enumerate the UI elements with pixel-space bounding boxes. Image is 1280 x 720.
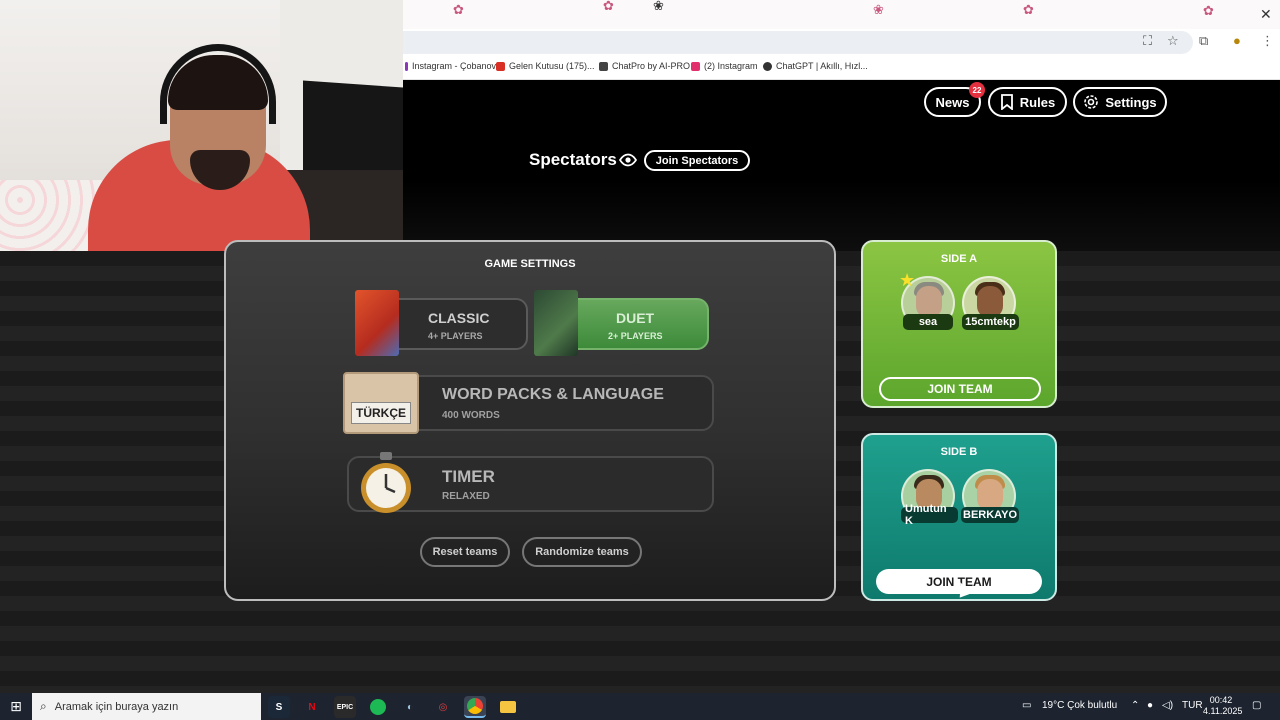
chat-icon bbox=[599, 61, 608, 71]
search-icon: ⌕ bbox=[40, 699, 47, 713]
rules-button[interactable]: Rules bbox=[988, 87, 1067, 117]
team-title: SIDE A bbox=[940, 253, 978, 265]
mode-name: DUET bbox=[616, 310, 655, 326]
microphone-icon[interactable]: ● bbox=[1147, 700, 1153, 711]
gear-icon bbox=[1084, 95, 1099, 109]
bookmark-item[interactable]: ChatPro by AI-PRO bbox=[599, 61, 690, 71]
instagram-icon bbox=[691, 61, 700, 71]
file-explorer-icon[interactable] bbox=[497, 696, 519, 718]
player-name: BERKAYO bbox=[961, 507, 1019, 523]
timer-mode: RELAXED bbox=[442, 491, 490, 502]
settings-label: Settings bbox=[1105, 94, 1157, 110]
player-name: sea bbox=[903, 314, 953, 330]
close-window-icon[interactable]: ✕ bbox=[1260, 6, 1272, 23]
bookmark-label: Instagram - Çobanov bbox=[412, 61, 497, 71]
gmail-icon bbox=[496, 61, 505, 71]
bookmark-item[interactable]: Instagram - Çobanov bbox=[405, 61, 496, 71]
bookmarks-bar: Instagram - Çobanov Gelen Kutusu (175)..… bbox=[403, 56, 1280, 80]
game-settings-panel: GAME SETTINGS CLASSIC 4+ PLAYERS DUET 2+… bbox=[224, 240, 836, 601]
blossom-decoration: ❀ bbox=[653, 0, 664, 13]
mode-players: 2+ PLAYERS bbox=[608, 331, 663, 341]
clock-time: 00:42 bbox=[1209, 695, 1233, 705]
windows-start-icon[interactable]: ⊞ bbox=[0, 693, 32, 720]
game-settings-title: GAME SETTINGS bbox=[484, 258, 576, 270]
bookmark-icon bbox=[1000, 94, 1013, 110]
volume-icon[interactable]: ◁) bbox=[1162, 700, 1173, 711]
join-spectators-button[interactable]: Join Spectators bbox=[644, 150, 750, 171]
headphones bbox=[160, 44, 276, 124]
bookmark-label: ChatPro by AI-PRO bbox=[612, 61, 691, 71]
spectators-title: Spectators bbox=[529, 150, 617, 169]
bookmark-item[interactable]: (2) Instagram bbox=[691, 61, 758, 71]
browser-titlebar: ✿ ❀ ✿ ❀ ✿ ✿ ✕ bbox=[403, 0, 1280, 29]
join-team-a-button[interactable]: JOIN TEAM bbox=[879, 377, 1041, 401]
eye-icon bbox=[619, 153, 637, 167]
webcam-overlay bbox=[0, 0, 403, 251]
steam-icon[interactable]: S bbox=[268, 696, 290, 718]
extensions-icon[interactable]: ⧉ bbox=[1199, 33, 1208, 49]
word-packs-title: WORD PACKS & LANGUAGE bbox=[442, 386, 664, 403]
blossom-decoration: ✿ bbox=[453, 2, 464, 17]
netflix-icon[interactable]: N bbox=[301, 696, 323, 718]
blossom-decoration: ✿ bbox=[1203, 3, 1214, 18]
taskbar-clock[interactable]: 00:42 4.11.2025 bbox=[1203, 695, 1243, 717]
randomize-teams-button[interactable]: Randomize teams bbox=[522, 537, 642, 567]
blossom-decoration: ✿ bbox=[603, 0, 614, 13]
news-label: News bbox=[935, 94, 970, 110]
notifications-icon[interactable]: ▢ bbox=[1252, 700, 1261, 711]
search-placeholder: Aramak için buraya yazın bbox=[54, 700, 179, 713]
bookmark-label: Gelen Kutusu (175)... bbox=[509, 61, 595, 71]
chevron-up-icon[interactable]: ⌃ bbox=[1131, 700, 1139, 711]
stopwatch-icon bbox=[361, 452, 411, 513]
language-card: TÜRKÇE bbox=[343, 372, 419, 434]
word-packs-count: 400 WORDS bbox=[442, 410, 500, 421]
profile-icon[interactable]: ● bbox=[1233, 33, 1241, 48]
player-name: 15cmtekp bbox=[962, 314, 1019, 330]
weather-text[interactable]: 19°C Çok bulutlu bbox=[1042, 700, 1117, 711]
team-side-a: SIDE A ★ sea 15cmtekp JOIN TEAM bbox=[861, 240, 1057, 408]
chrome-icon[interactable] bbox=[464, 696, 486, 718]
chatgpt-icon bbox=[763, 61, 772, 71]
timer-title: TIMER bbox=[442, 467, 495, 486]
language-indicator[interactable]: TUR bbox=[1182, 700, 1203, 711]
app-icon[interactable]: ◎ bbox=[432, 696, 454, 718]
address-row: ⛶ ☆ ⧉ ● ⋮ bbox=[403, 29, 1280, 56]
weather-icon[interactable]: ▭ bbox=[1022, 700, 1031, 711]
translate-icon[interactable]: ⛶ bbox=[1143, 33, 1152, 49]
windows-taskbar: ⊞ ⌕ Aramak için buraya yazın S N EPIC ◐ … bbox=[0, 693, 1280, 720]
address-bar[interactable] bbox=[403, 31, 1193, 54]
bookmark-item[interactable]: Gelen Kutusu (175)... bbox=[496, 61, 595, 71]
star-icon[interactable]: ☆ bbox=[1167, 33, 1179, 49]
mode-players: 4+ PLAYERS bbox=[428, 331, 483, 341]
blossom-decoration: ❀ bbox=[873, 2, 884, 17]
team-side-b: SIDE B Umutun K BERKAYO JOIN TEAM bbox=[861, 433, 1057, 601]
settings-button[interactable]: Settings bbox=[1073, 87, 1167, 117]
app-icon[interactable]: ◐ bbox=[399, 696, 421, 718]
news-button[interactable]: News 22 bbox=[924, 82, 985, 117]
mode-name: CLASSIC bbox=[428, 310, 490, 326]
bookmark-label: ChatGPT | Akıllı, Hızl... bbox=[776, 61, 868, 71]
taskbar-search[interactable]: ⌕ Aramak için buraya yazın bbox=[32, 693, 261, 720]
screen: ✿ ❀ ✿ ❀ ✿ ✿ ✕ ⛶ ☆ ⧉ ● ⋮ Instagram - Çoba… bbox=[0, 0, 1280, 720]
menu-icon[interactable]: ⋮ bbox=[1261, 33, 1274, 49]
star-icon: ★ bbox=[899, 270, 916, 290]
bookmark-item[interactable]: ChatGPT | Akıllı, Hızl... bbox=[763, 61, 868, 71]
clock-date: 4.11.2025 bbox=[1203, 706, 1243, 716]
epic-games-icon[interactable]: EPIC bbox=[334, 696, 356, 718]
codenames-duet-box-image bbox=[534, 290, 578, 356]
bookmark-icon bbox=[405, 61, 408, 71]
team-title: SIDE B bbox=[940, 446, 978, 458]
player-name: Umutun K bbox=[901, 503, 958, 527]
blossom-decoration: ✿ bbox=[1023, 2, 1034, 17]
news-badge: 22 bbox=[969, 82, 985, 98]
codenames-box-image bbox=[355, 290, 399, 356]
language-label: TÜRKÇE bbox=[351, 402, 411, 424]
reset-teams-button[interactable]: Reset teams bbox=[420, 537, 510, 567]
bookmark-label: (2) Instagram bbox=[704, 61, 758, 71]
rules-label: Rules bbox=[1019, 94, 1056, 110]
spotify-icon[interactable] bbox=[367, 696, 389, 718]
